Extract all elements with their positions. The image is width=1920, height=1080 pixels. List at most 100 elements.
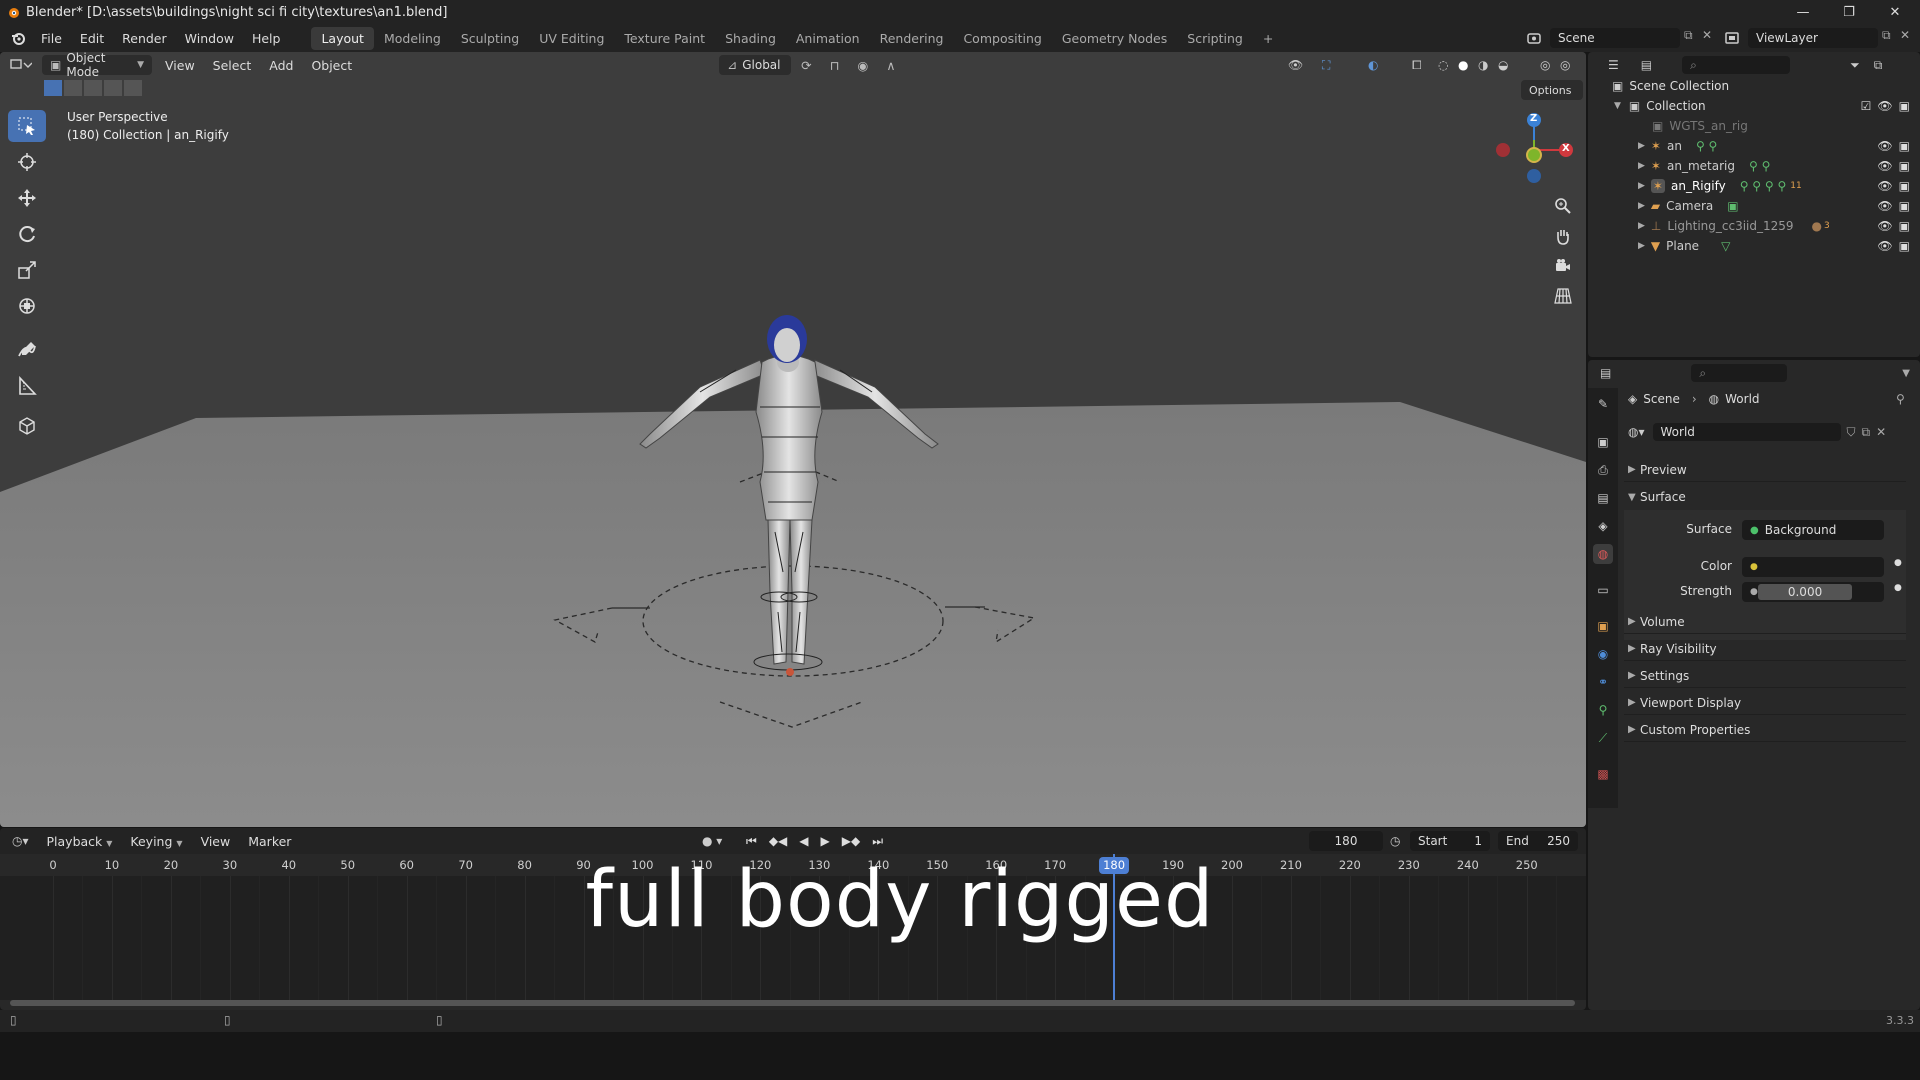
render-icon[interactable]: ▣ [1899, 159, 1910, 173]
tab-uv-editing[interactable]: UV Editing [529, 27, 614, 50]
select-extend-icon[interactable] [64, 80, 82, 96]
perspective-toggle-icon[interactable] [1549, 282, 1577, 310]
tab-sculpting[interactable]: Sculpting [451, 27, 529, 50]
strength-field[interactable]: ● 0.000 [1742, 582, 1884, 602]
tab-animation[interactable]: Animation [786, 27, 870, 50]
solid-shading-icon[interactable]: ● [1458, 58, 1468, 72]
constraints-tab-icon[interactable]: ⚭ [1593, 672, 1613, 692]
properties-editor-icon[interactable]: ▤ [1600, 366, 1611, 380]
visibility-icon[interactable]: 👁 [1877, 199, 1892, 213]
jump-start-icon[interactable]: ⏮ [746, 834, 757, 849]
panel-volume[interactable]: ▶ Volume [1624, 610, 1906, 634]
render-icon[interactable]: ▣ [1899, 239, 1910, 253]
rendered-shading-icon[interactable]: ◒ [1498, 58, 1508, 72]
annotate-tool[interactable] [8, 334, 46, 366]
world-tab-icon[interactable]: ◍ [1593, 544, 1613, 564]
render-icon[interactable]: ▣ [1899, 219, 1910, 233]
gizmo-toggle-icon[interactable]: ⛶ [1322, 58, 1330, 73]
tab-compositing[interactable]: Compositing [953, 27, 1051, 50]
scene-icon[interactable] [1526, 30, 1542, 46]
object-data-tab-icon[interactable]: ⚲ [1593, 700, 1613, 720]
add-workspace-button[interactable]: + [1253, 27, 1283, 50]
texture-tab-icon[interactable]: ▩ [1593, 764, 1613, 784]
visibility-icon[interactable]: 👁 [1877, 139, 1892, 153]
camera-region-icon[interactable]: ◎ [1560, 58, 1570, 72]
move-tool[interactable] [8, 182, 46, 214]
panel-surface[interactable]: ▼ Surface [1624, 485, 1906, 509]
output-tab-icon[interactable]: ⎙ [1593, 460, 1613, 480]
tool-tab-icon[interactable]: ✎ [1593, 394, 1613, 414]
jump-end-icon[interactable]: ⏭ [872, 834, 883, 849]
outliner-search-input[interactable]: ⌕ [1682, 56, 1791, 74]
color-field[interactable]: ● [1742, 557, 1884, 577]
menu-edit[interactable]: Edit [80, 31, 104, 46]
outliner-item-an-metarig[interactable]: ▶ ✶ an_metarig ⚲ ⚲ 👁 ▣ [1588, 156, 1920, 176]
end-frame-field[interactable]: End 250 [1498, 831, 1578, 851]
mode-selector[interactable]: ▣ Object Mode ▼ [42, 52, 152, 79]
outliner-collection[interactable]: ▼ ▣ Collection ☑ 👁 ▣ [1588, 96, 1920, 116]
next-keyframe-icon[interactable]: ▶◆ [842, 834, 860, 849]
keyframe-dot-icon[interactable]: ● [1894, 583, 1902, 593]
tab-texture-paint[interactable]: Texture Paint [614, 27, 715, 50]
outliner-item-lighting[interactable]: ▶ ⊥ Lighting_cc3iid_1259 ● 3 👁 ▣ [1588, 216, 1920, 236]
tab-layout[interactable]: Layout [311, 26, 374, 50]
panel-custom-properties[interactable]: ▶ Custom Properties [1624, 718, 1906, 742]
proportional-edit-icon[interactable]: ◉ [857, 58, 868, 73]
outliner-editor-icon[interactable]: ☰ [1608, 58, 1619, 72]
expand-chevron-icon[interactable]: ▶ [1638, 181, 1645, 191]
playback-menu[interactable]: Playback ▼ [47, 834, 113, 849]
outliner-item-an-rigify[interactable]: ▶ ✶ an_Rigify ⚲ ⚲ ⚲ ⚲ 11 👁 ▣ [1588, 176, 1920, 196]
menu-file[interactable]: File [41, 31, 62, 46]
filter-icon[interactable]: ⏷ [1850, 58, 1860, 73]
select-new-icon[interactable] [44, 80, 62, 96]
view-layer-tab-icon[interactable]: ▤ [1593, 488, 1613, 508]
viewport-menu-view[interactable]: View [165, 58, 195, 73]
clock-icon[interactable]: ◷ [1390, 834, 1400, 848]
outliner-item-plane[interactable]: ▶ ▼ Plane ▽ 👁 ▣ [1588, 236, 1920, 256]
expand-chevron-icon[interactable]: ▶ [1638, 241, 1645, 251]
transform-tool[interactable] [8, 290, 46, 322]
snap-icon[interactable]: ⊓ [830, 58, 840, 73]
fake-user-icon[interactable]: ⛉ [1847, 425, 1856, 440]
world-name-field[interactable]: World [1652, 423, 1841, 441]
expand-chevron-icon[interactable]: ▼ [1614, 101, 1621, 111]
surface-shader-field[interactable]: ● Background [1742, 520, 1884, 540]
play-icon[interactable]: ▶ [821, 834, 830, 849]
rotate-tool[interactable] [8, 218, 46, 250]
outliner-item-camera[interactable]: ▶ ▰ Camera ▣ 👁 ▣ [1588, 196, 1920, 216]
xray-icon[interactable]: ⧠ [1412, 58, 1422, 73]
tab-shading[interactable]: Shading [715, 27, 786, 50]
scene-tab-icon[interactable]: ◈ [1593, 516, 1613, 536]
close-window-button[interactable]: ✕ [1872, 0, 1918, 24]
render-icon[interactable]: ▣ [1899, 199, 1910, 213]
viewport-menu-object[interactable]: Object [311, 58, 352, 73]
falloff-icon[interactable]: ∧ [886, 58, 895, 73]
object-tab-icon[interactable]: ▣ [1593, 616, 1613, 636]
viewport-menu-select[interactable]: Select [213, 58, 252, 73]
render-region-icon[interactable]: ◎ [1540, 58, 1550, 72]
scene-field[interactable]: Scene [1550, 28, 1680, 48]
prev-keyframe-icon[interactable]: ◆◀ [769, 834, 787, 849]
viewport-scene[interactable] [0, 52, 1586, 827]
material-shading-icon[interactable]: ◑ [1478, 58, 1488, 72]
bone-tab-icon[interactable]: ⟋ [1593, 728, 1613, 748]
collection-checkbox-icon[interactable]: ☑ [1861, 99, 1872, 113]
wireframe-shading-icon[interactable]: ◌ [1438, 58, 1448, 72]
expand-chevron-icon[interactable]: ▶ [1638, 141, 1645, 151]
start-frame-field[interactable]: Start 1 [1410, 831, 1490, 851]
select-box-tool[interactable] [8, 110, 46, 142]
options-button[interactable]: Options [1521, 80, 1583, 100]
keyframe-dot-icon[interactable]: ● [1894, 558, 1902, 568]
new-collection-icon[interactable]: ⧉ [1874, 58, 1883, 73]
visibility-icon[interactable]: 👁 [1877, 219, 1892, 233]
outliner-item-an[interactable]: ▶ ✶ an ⚲ ⚲ 👁 ▣ [1588, 136, 1920, 156]
physics-tab-icon[interactable]: ◉ [1593, 644, 1613, 664]
expand-chevron-icon[interactable]: ▶ [1638, 161, 1645, 171]
world-browse-icon[interactable]: ◍▾ [1628, 425, 1645, 439]
render-tab-icon[interactable]: ▣ [1593, 432, 1613, 452]
blender-menu-icon[interactable] [10, 30, 26, 46]
outliner-item-wgts[interactable]: ▣ WGTS_an_rig [1588, 116, 1920, 136]
timeline-scrollbar[interactable] [10, 1000, 1575, 1006]
scene-new-icon[interactable]: ⧉ [1684, 28, 1693, 43]
expand-chevron-icon[interactable]: ▶ [1638, 201, 1645, 211]
